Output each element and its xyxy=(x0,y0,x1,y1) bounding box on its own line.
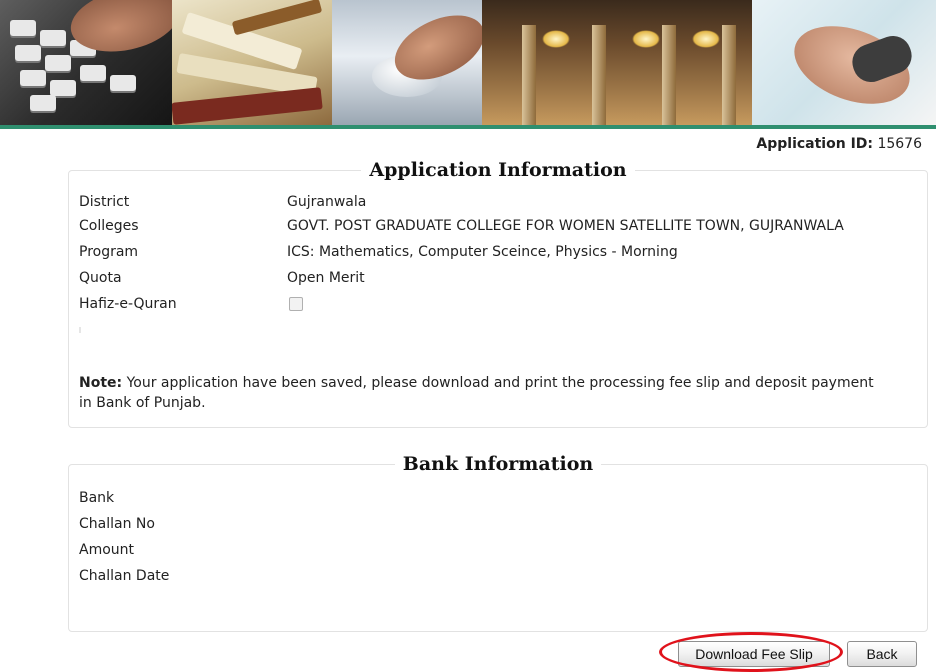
banner-mouse-image xyxy=(332,0,482,125)
field-value: Open Merit xyxy=(287,270,365,286)
bank-information-section: Bank Information Bank Challan No Amount … xyxy=(68,453,928,632)
banner-divider xyxy=(0,125,936,129)
application-information-section: Application Information District Gujranw… xyxy=(68,159,928,428)
note-label: Note: xyxy=(79,375,123,391)
field-label: Bank xyxy=(79,490,115,506)
banner-books-image xyxy=(172,0,332,125)
back-button[interactable]: Back xyxy=(847,641,917,667)
note-body: Your application have been saved, please… xyxy=(79,375,874,411)
field-label: Amount xyxy=(79,542,135,558)
note-text: Note: Your application have been saved, … xyxy=(79,373,879,413)
download-fee-slip-button[interactable]: Download Fee Slip xyxy=(678,641,830,667)
field-label: District xyxy=(79,194,130,210)
application-id: Application ID: 15676 xyxy=(756,136,922,152)
field-label: Challan Date xyxy=(79,568,170,584)
header-banner xyxy=(0,0,936,125)
application-id-label: Application ID: xyxy=(756,136,873,152)
field-label: Challan No xyxy=(79,516,155,532)
hafiz-e-quran-checkbox[interactable] xyxy=(289,297,303,311)
bank-information-title: Bank Information xyxy=(69,453,927,475)
field-label: Colleges xyxy=(79,218,139,234)
field-label: Hafiz-e-Quran xyxy=(79,296,177,312)
field-value: ICS: Mathematics, Computer Sceince, Phys… xyxy=(287,244,678,260)
field-value: GOVT. POST GRADUATE COLLEGE FOR WOMEN SA… xyxy=(287,218,844,234)
divider-mark xyxy=(79,327,81,333)
field-value: Gujranwala xyxy=(287,194,367,210)
banner-phone-image xyxy=(752,0,936,125)
field-label: Quota xyxy=(79,270,122,286)
field-label: Program xyxy=(79,244,139,260)
banner-keyboard-image xyxy=(0,0,172,125)
application-id-value: 15676 xyxy=(877,136,922,152)
application-information-title: Application Information xyxy=(69,159,927,181)
banner-library-image xyxy=(482,0,752,125)
